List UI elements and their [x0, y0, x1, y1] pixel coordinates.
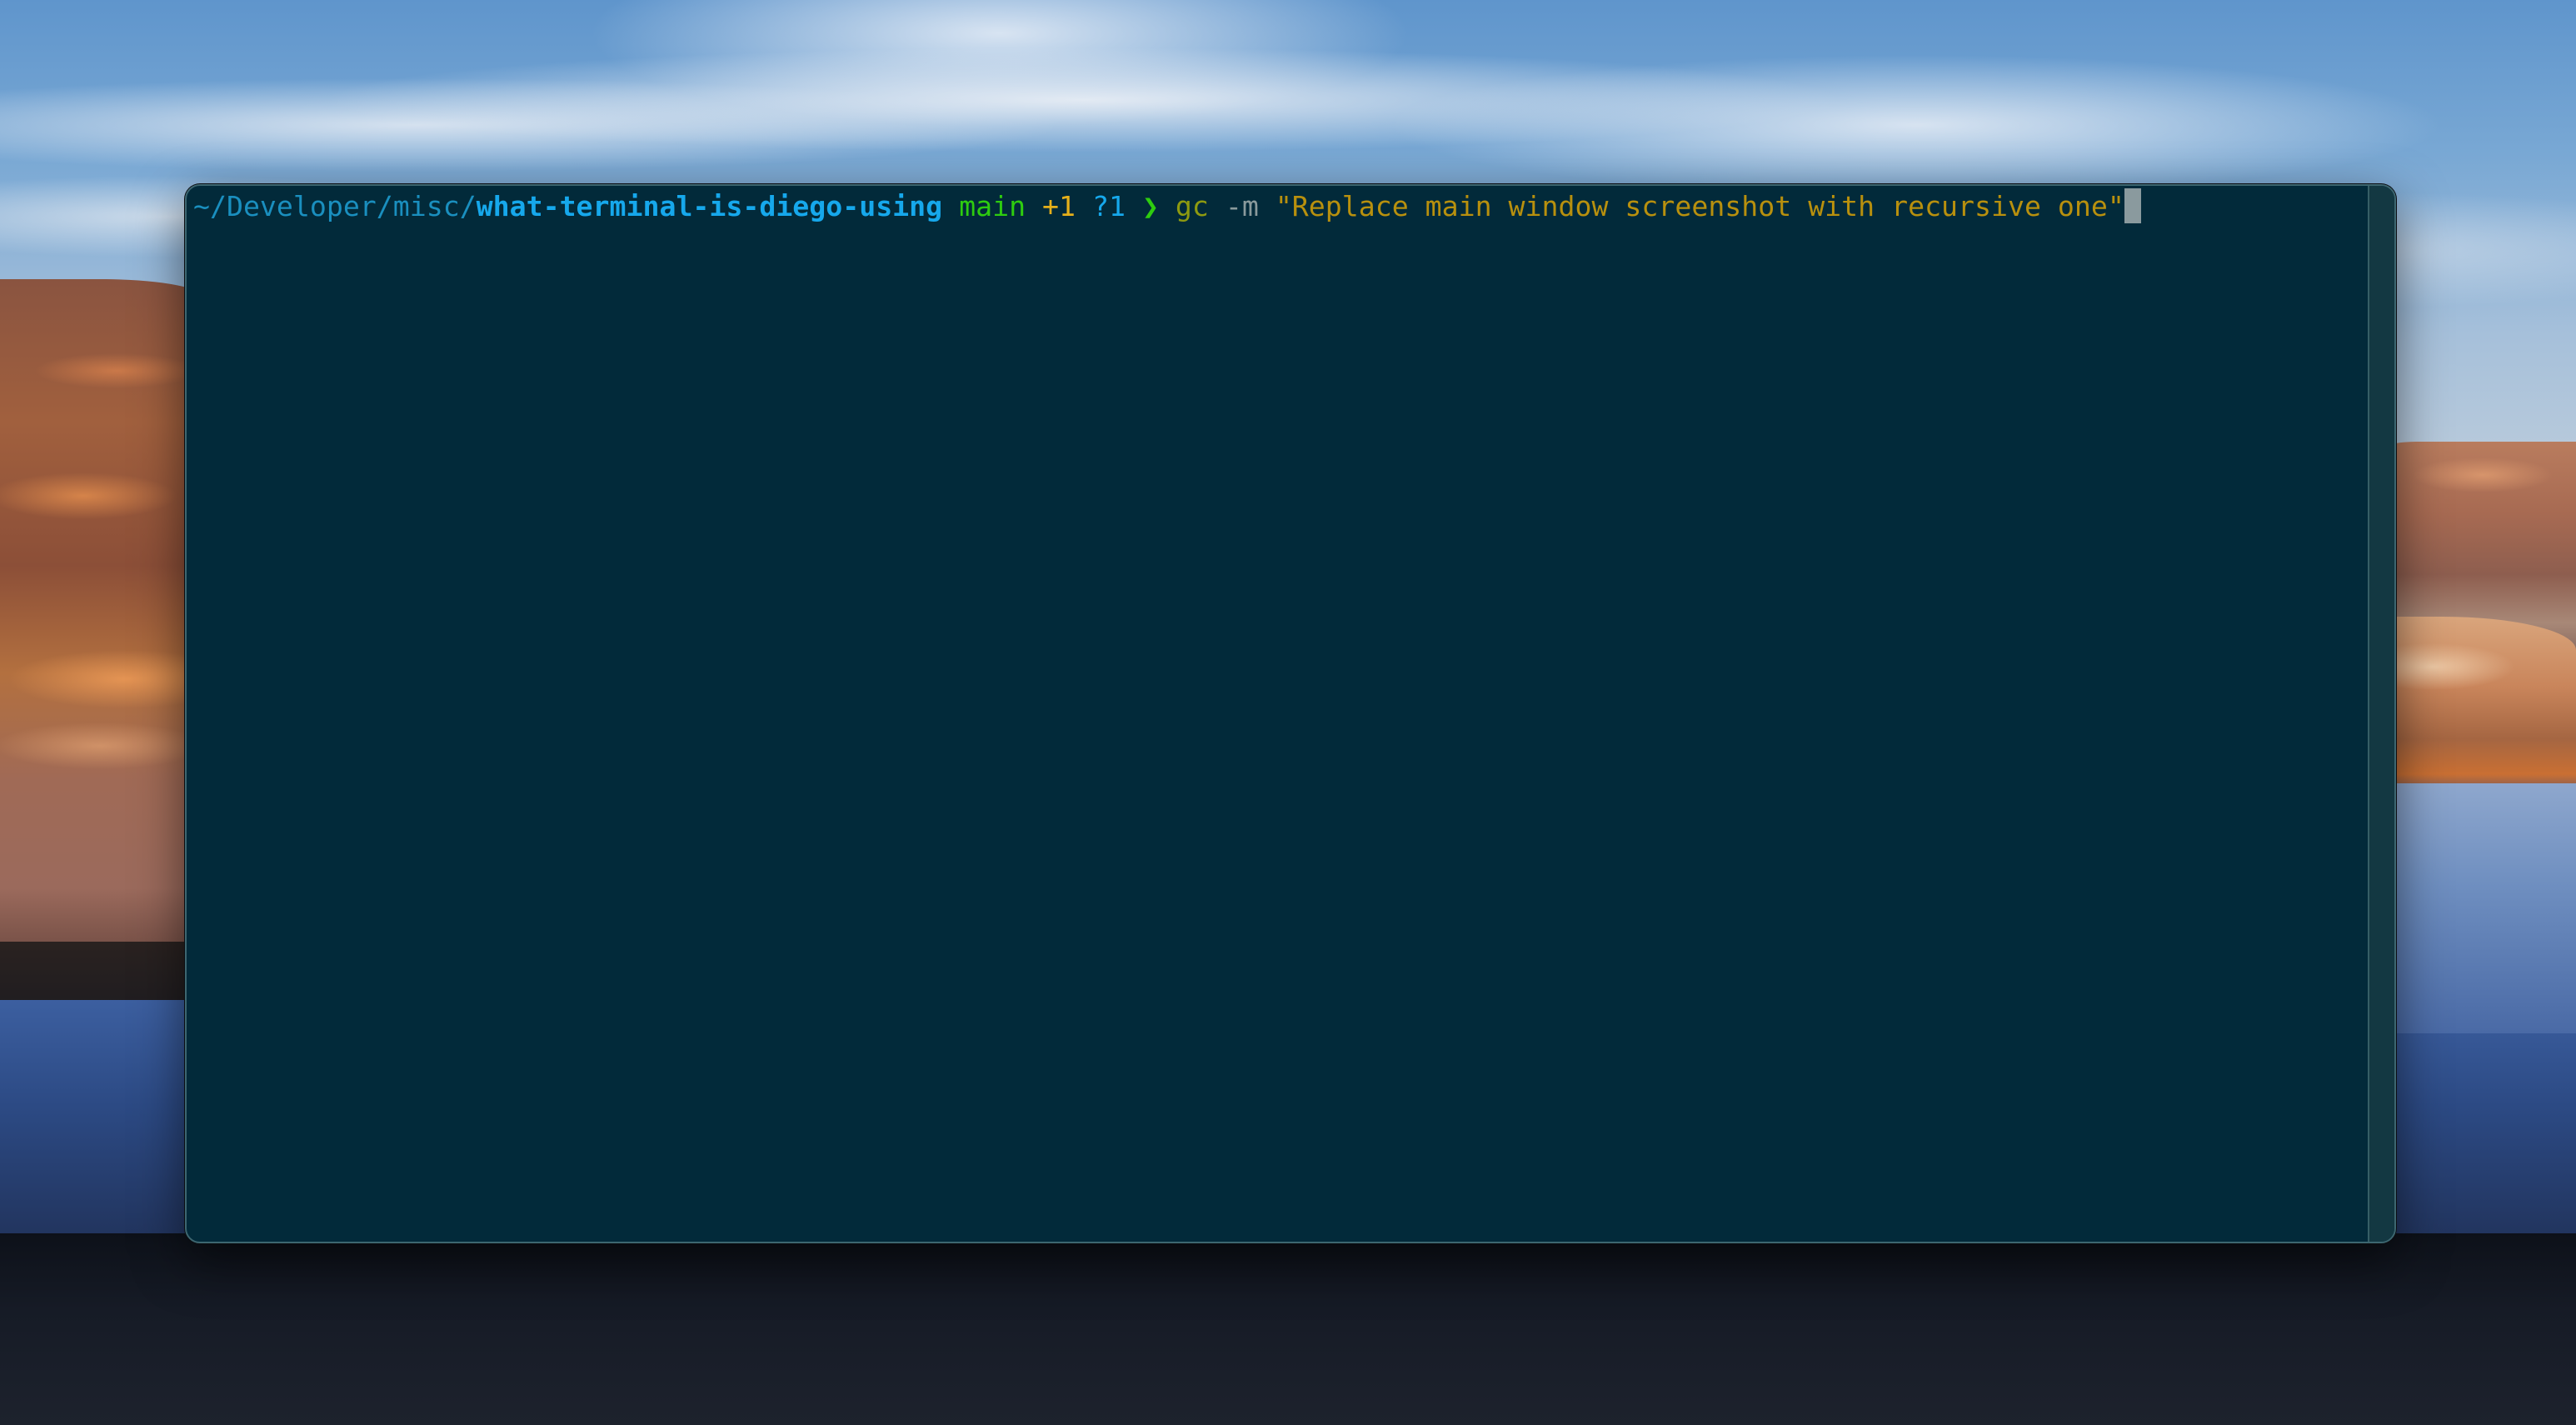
git-staged-count: +1: [1042, 190, 1076, 222]
command-name: gc: [1175, 190, 1209, 222]
text-cursor: [2124, 188, 2141, 223]
prompt-chevron-icon: ❯: [1141, 190, 1159, 222]
prompt-repo-name: what-terminal-is-diego-using: [476, 190, 943, 222]
prompt-line: ~/Developer/misc/what-terminal-is-diego-…: [193, 188, 2141, 226]
wallpaper-rock-left: [0, 279, 200, 996]
prompt-path-prefix: ~/Developer/misc/: [193, 190, 477, 222]
wallpaper-rock-right-foreground: [2383, 617, 2576, 792]
git-untracked-count: ?1: [1092, 190, 1126, 222]
wallpaper-lake-right: [2383, 783, 2576, 1033]
command-flag: -m: [1225, 190, 1259, 222]
terminal-content[interactable]: ~/Developer/misc/what-terminal-is-diego-…: [193, 188, 2368, 1242]
scrollbar-track[interactable]: [2368, 186, 2394, 1242]
terminal-window[interactable]: ~/Developer/misc/what-terminal-is-diego-…: [185, 184, 2396, 1243]
command-argument: "Replace main window screenshot with rec…: [1275, 190, 2124, 222]
git-branch: main: [959, 190, 1026, 222]
wallpaper-lake-shade: [0, 1233, 2576, 1425]
